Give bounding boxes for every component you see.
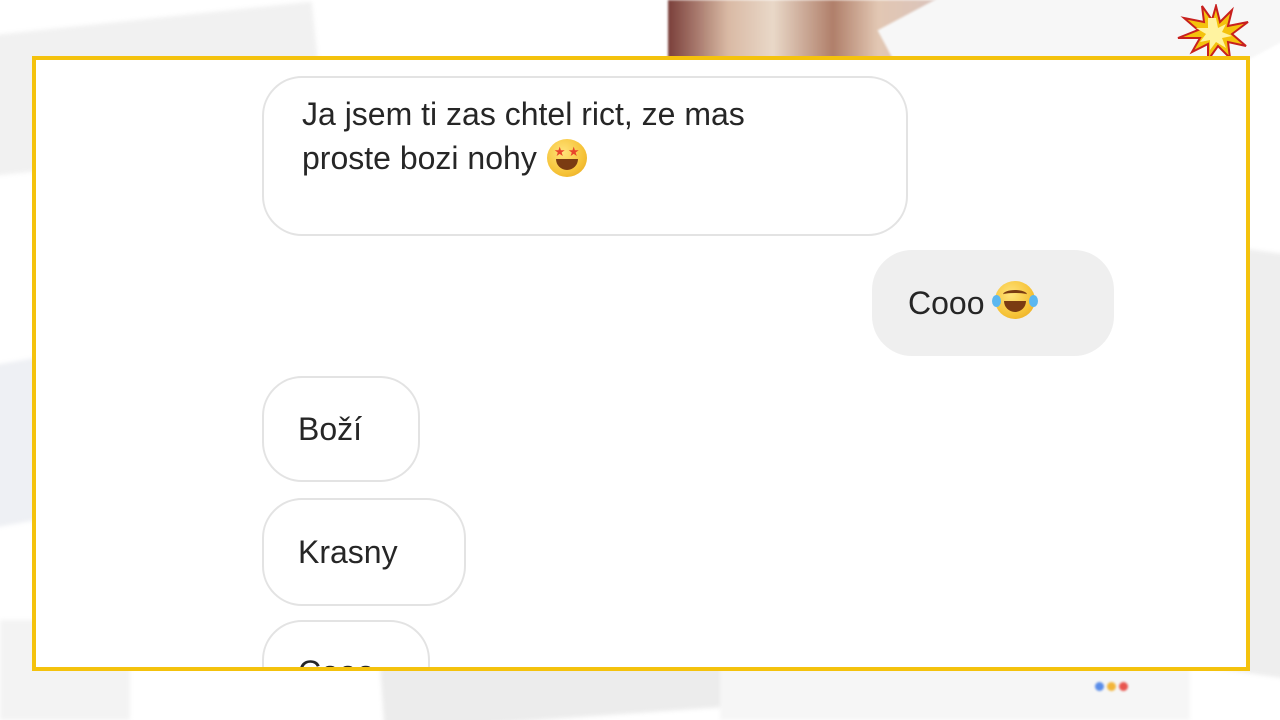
star-struck-emoji-icon	[546, 138, 587, 177]
chat-screenshot-frame: Ja jsem ti zas chtel rict, ze mas proste…	[32, 56, 1250, 671]
explosion-icon	[1177, 4, 1249, 62]
message-text: Boží	[298, 411, 363, 447]
message-bubble-incoming: Boží	[262, 376, 420, 482]
message-text: Cooo	[298, 650, 375, 667]
message-bubble-incoming: Ja jsem ti zas chtel rict, ze mas proste…	[262, 76, 908, 236]
message-text: Cooo	[908, 285, 985, 321]
message-bubble-outgoing: Cooo	[872, 250, 1114, 356]
reaction-icons	[1095, 682, 1128, 691]
tears-of-joy-emoji-icon	[991, 281, 1038, 319]
message-text-line: proste bozi nohy	[302, 136, 868, 180]
message-bubble-incoming: Cooo	[262, 620, 430, 667]
message-text-line: Ja jsem ti zas chtel rict, ze mas	[302, 96, 745, 132]
message-bubble-incoming: Krasny	[262, 498, 466, 606]
message-text: Krasny	[298, 534, 398, 570]
